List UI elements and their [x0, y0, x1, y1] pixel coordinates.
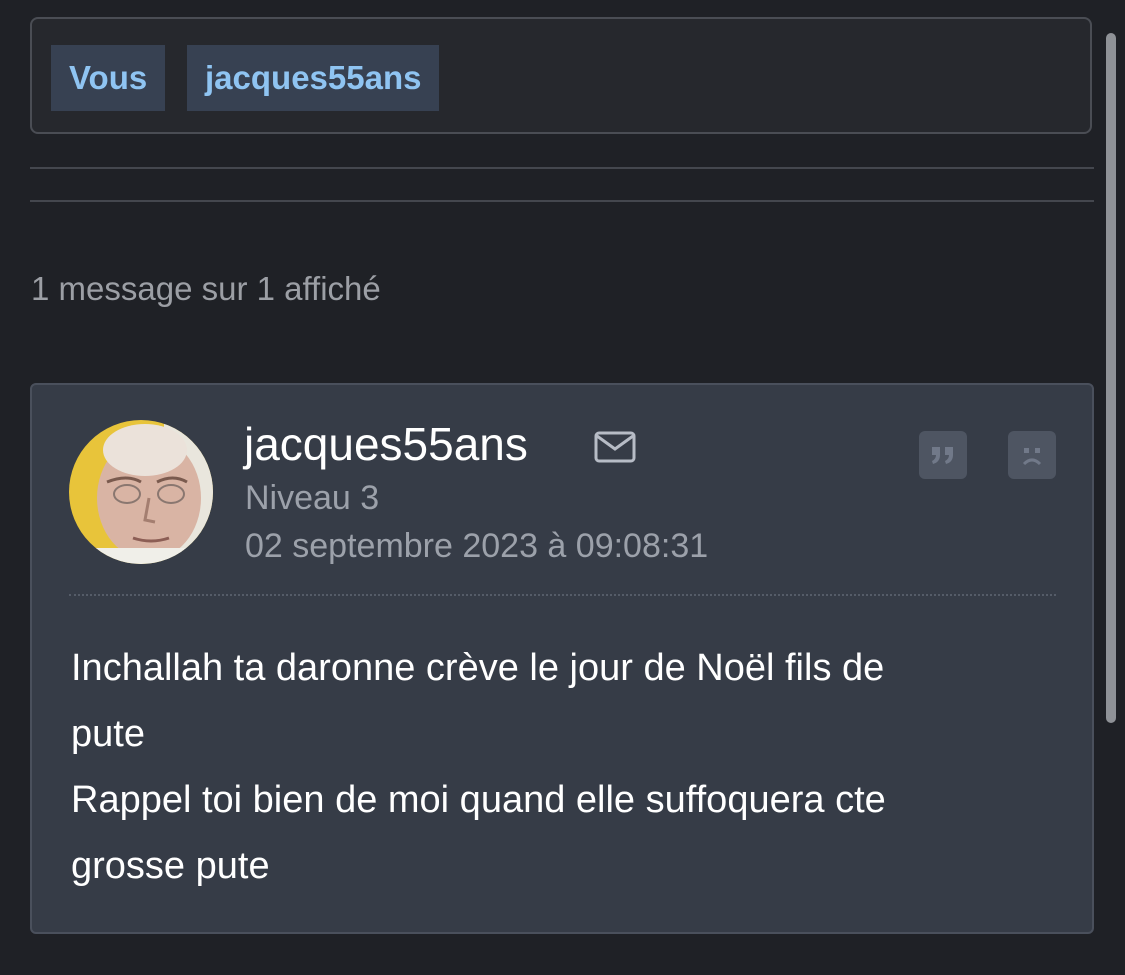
author-name[interactable]: jacques55ans	[244, 417, 528, 471]
message-line: Inchallah ta daronne crève le jour de No…	[71, 647, 885, 689]
message-body: Inchallah ta daronne crève le jour de No…	[71, 635, 1051, 899]
author-level: Niveau 3	[245, 479, 380, 517]
participants-box: Vous jacques55ans	[30, 17, 1092, 134]
avatar[interactable]	[69, 420, 213, 564]
message-card: jacques55ans Niveau 3 02 septembre 2023 …	[30, 383, 1094, 934]
avatar-image	[69, 420, 213, 564]
scrollbar[interactable]	[1106, 33, 1116, 723]
report-button[interactable]	[1008, 431, 1056, 479]
quote-button[interactable]	[919, 431, 967, 479]
message-count: 1 message sur 1 affiché	[31, 270, 381, 307]
divider	[30, 167, 1094, 169]
conversation-page: Vous jacques55ans 1 message sur 1 affich…	[0, 0, 1125, 975]
participant-chip-vous[interactable]: Vous	[51, 45, 166, 111]
message-line: Rappel toi bien de moi quand elle suffoq…	[71, 779, 886, 821]
message-line: grosse pute	[71, 845, 270, 887]
divider	[30, 200, 1094, 202]
quote-icon	[932, 447, 953, 464]
message-line: pute	[71, 713, 145, 755]
message-date: 02 septembre 2023 à 09:08:31	[245, 527, 709, 565]
mail-icon[interactable]	[594, 430, 636, 464]
sad-face-icon	[1022, 448, 1042, 466]
participant-chip-jacques55ans[interactable]: jacques55ans	[187, 45, 440, 111]
header-separator	[69, 594, 1056, 596]
